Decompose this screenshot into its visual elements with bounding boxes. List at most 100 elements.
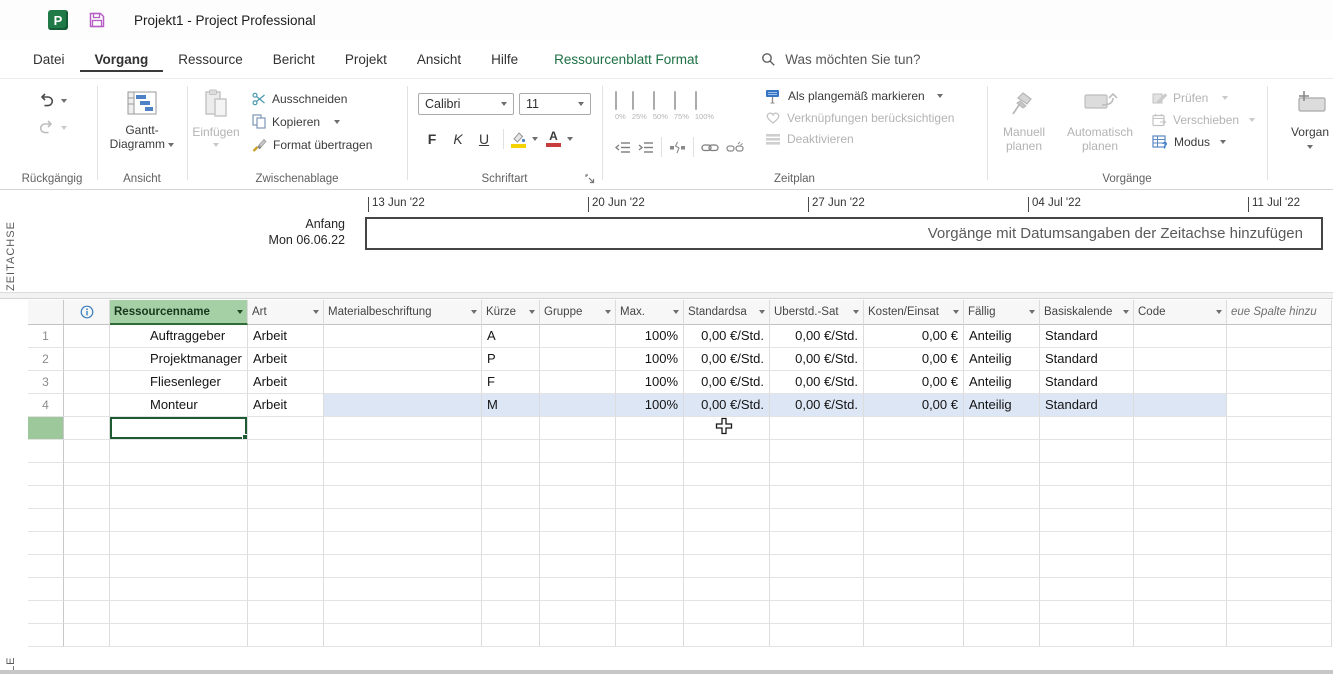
cell-kuerzel[interactable] [482,463,540,486]
cell-max[interactable] [616,463,684,486]
cell-name[interactable] [110,555,248,578]
cell-faellig[interactable] [964,601,1040,624]
cell-info[interactable] [64,578,110,601]
cut-button[interactable]: Ausschneiden [252,92,372,106]
cell-art[interactable]: Arbeit [248,325,324,348]
cell-kosten[interactable] [864,440,964,463]
font-color-button[interactable]: A [546,131,573,147]
cell-kuerzel[interactable] [482,624,540,647]
cell-newcol[interactable] [1227,348,1332,371]
cell-standardsatz[interactable] [684,624,770,647]
link-tasks-icon[interactable] [701,142,719,153]
cell-standardsatz[interactable] [684,532,770,555]
paste-button[interactable]: Einfügen [188,89,244,152]
cell-kosten[interactable] [864,532,964,555]
cell-info[interactable] [64,509,110,532]
cell-faellig[interactable] [964,417,1040,440]
indent-task-icon[interactable] [638,141,654,154]
schriftart-dialog-launcher-icon[interactable] [585,174,595,184]
cell-code[interactable] [1134,371,1227,394]
cell-ueberstd[interactable] [770,463,864,486]
tab-vorgang[interactable]: Vorgang [80,46,164,72]
sheet-pane-label[interactable]: LE [5,642,17,672]
cell-code[interactable] [1134,555,1227,578]
column-header-max[interactable]: Max. [616,300,684,325]
cell-ueberstd[interactable] [770,486,864,509]
tab-bericht[interactable]: Bericht [258,46,330,72]
gantt-diagramm-button[interactable]: Gantt- Diagramm [98,79,186,151]
cell-faellig[interactable] [964,555,1040,578]
cell-kuerzel[interactable]: A [482,325,540,348]
font-name-select[interactable]: Calibri [418,93,514,115]
cell-name[interactable] [110,532,248,555]
cell-standardsatz[interactable] [684,601,770,624]
cell-max[interactable] [616,601,684,624]
cell-newcol[interactable] [1227,325,1332,348]
column-header-ueberstd[interactable]: Überstd.-Sat [770,300,864,325]
cell-gruppe[interactable] [540,601,616,624]
column-header-art[interactable]: Art [248,300,324,325]
percent-0-button[interactable]: 0% [615,92,626,121]
selected-row-number[interactable] [28,417,64,440]
column-header-code[interactable]: Code [1134,300,1227,325]
select-all-corner[interactable] [28,300,64,325]
cell-info[interactable] [64,624,110,647]
cell-material[interactable] [324,440,482,463]
cell-max[interactable] [616,624,684,647]
cell-basiskalender[interactable] [1040,624,1134,647]
bold-button[interactable]: F [420,131,444,147]
underline-button[interactable]: U [472,131,496,147]
cell-ueberstd[interactable] [770,440,864,463]
row-number[interactable]: 4 [28,394,64,417]
cell-max[interactable]: 100% [616,348,684,371]
cell-kuerzel[interactable] [482,440,540,463]
cell-kosten[interactable]: 0,00 € [864,371,964,394]
respect-links-button[interactable]: Verknüpfungen berücksichtigen [765,111,954,125]
cell-name[interactable]: Projektmanager [110,348,248,371]
cell-gruppe[interactable] [540,440,616,463]
cell-kuerzel[interactable]: P [482,348,540,371]
cell-ueberstd[interactable]: 0,00 €/Std. [770,348,864,371]
cell-basiskalender[interactable]: Standard [1040,325,1134,348]
cell-kosten[interactable] [864,463,964,486]
column-header-newcol[interactable]: eue Spalte hinzu [1227,300,1332,325]
cell-kuerzel[interactable] [482,601,540,624]
background-color-button[interactable] [511,131,538,148]
cell-gruppe[interactable] [540,624,616,647]
task-mode-button[interactable]: ? Modus [1152,135,1255,149]
undo-button[interactable] [38,93,67,108]
column-header-info[interactable] [64,300,110,325]
cell-kosten[interactable] [864,624,964,647]
cell-material[interactable] [324,601,482,624]
column-header-standardsatz[interactable]: Standardsa [684,300,770,325]
cell-ueberstd[interactable] [770,601,864,624]
cell-newcol[interactable] [1227,440,1332,463]
tab-projekt[interactable]: Projekt [330,46,402,72]
copy-button[interactable]: Kopieren [252,114,372,129]
cell-gruppe[interactable] [540,555,616,578]
cell-newcol[interactable] [1227,601,1332,624]
cell-basiskalender[interactable] [1040,486,1134,509]
cell-kuerzel[interactable] [482,555,540,578]
cell-newcol[interactable] [1227,371,1332,394]
cell-max[interactable]: 100% [616,371,684,394]
cell-art[interactable] [248,440,324,463]
cell-basiskalender[interactable] [1040,417,1134,440]
row-number[interactable] [28,578,64,601]
cell-code[interactable] [1134,440,1227,463]
cell-faellig[interactable] [964,578,1040,601]
cell-material[interactable] [324,555,482,578]
cell-newcol[interactable] [1227,532,1332,555]
inactivate-button[interactable]: Deaktivieren [765,132,954,146]
timeline-bar[interactable]: Vorgänge mit Datumsangaben der Zeitachse… [365,217,1323,250]
save-icon[interactable] [88,11,106,29]
cell-ueberstd[interactable] [770,624,864,647]
cell-material[interactable] [324,578,482,601]
cell-material[interactable] [324,348,482,371]
cell-kuerzel[interactable] [482,578,540,601]
cell-gruppe[interactable] [540,325,616,348]
cell-kosten[interactable] [864,417,964,440]
cell-newcol[interactable] [1227,624,1332,647]
cell-ueberstd[interactable] [770,417,864,440]
column-header-kosten[interactable]: Kosten/Einsat [864,300,964,325]
